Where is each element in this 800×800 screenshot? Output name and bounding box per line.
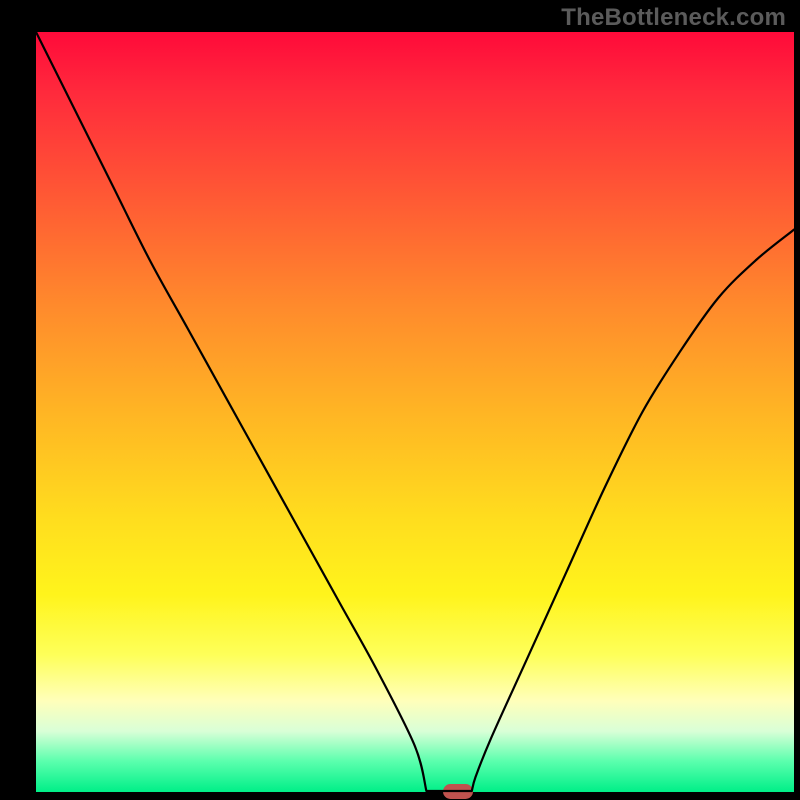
- plot-area: [36, 32, 794, 792]
- watermark-text: TheBottleneck.com: [561, 4, 786, 32]
- bottleneck-curve: [36, 32, 794, 792]
- chart-frame: TheBottleneck.com: [0, 0, 800, 800]
